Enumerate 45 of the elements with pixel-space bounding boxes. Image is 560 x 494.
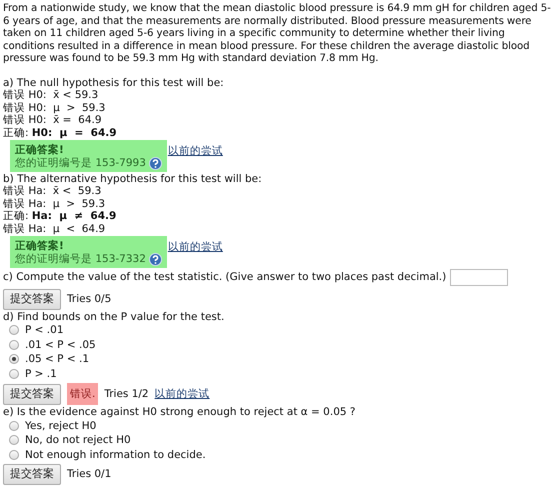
question-prompt: b) The alternative hypothesis for this test will be: [3, 172, 263, 185]
radio-button[interactable] [9, 340, 19, 350]
error-badge: 错误. [67, 383, 98, 405]
radio-button[interactable] [9, 354, 19, 364]
answer-option: 错误 Ha: μ < 64.9 [3, 222, 557, 235]
radio-button[interactable] [9, 450, 19, 460]
tries-counter: Tries 0/1 [67, 468, 112, 481]
answer-option: 错误 Ha: μ > 59.3 [3, 198, 557, 210]
answer-option: 正确: Ha: μ ≠ 64.9 [3, 210, 557, 222]
previous-attempts-link[interactable]: 以前的尝试 [154, 388, 210, 400]
previous-attempts-link[interactable]: 以前的尝试 [168, 145, 223, 157]
answer-option: 错误 H0: x̄ = 64.9 [3, 114, 557, 126]
option-label: Yes, reject H0 [25, 420, 96, 432]
feedback-text: 您的证明编号是 153-7332 [15, 252, 146, 266]
submit-button[interactable]: 提交答案 [3, 464, 61, 485]
radio-button[interactable] [9, 325, 19, 336]
question-prompt: d) Find bounds on the P value for the test. [3, 310, 226, 323]
answer-option: 正确: H0: μ = 64.9 [3, 126, 557, 139]
question-prompt: a) The null hypothesis for this test will be: [3, 76, 225, 89]
option-label: No, do not reject H0 [25, 434, 131, 446]
option-label: .01 < P < .05 [25, 338, 96, 351]
answer-option: 错误 H0: μ > 59.3 [3, 102, 557, 114]
answer-field[interactable] [450, 268, 508, 286]
question-prompt: e) Is the evidence against H0 strong enough to reject at α = 0.05 ? [3, 406, 356, 418]
question-prompt: c) Compute the value of the test statistic. (Give answer to two places past decimal.) [3, 270, 446, 284]
help-icon[interactable] [148, 252, 162, 266]
option-label: Not enough information to decide. [25, 448, 206, 461]
radio-button[interactable] [9, 420, 19, 431]
submit-button[interactable]: 提交答案 [3, 384, 61, 404]
radio-button[interactable] [9, 368, 19, 379]
answer-option: 错误 H0: x̄ < 59.3 [3, 89, 557, 102]
previous-attempts-link[interactable]: 以前的尝试 [168, 241, 223, 253]
feedback-title: 正确答案! [15, 240, 65, 252]
submit-button[interactable]: 提交答案 [3, 288, 61, 310]
option-label: P > .1 [25, 368, 57, 380]
feedback-text: 您的证明编号是 153-7993 [15, 156, 146, 170]
help-icon[interactable] [148, 156, 162, 170]
tries-counter: Tries 0/5 [67, 292, 112, 306]
feedback-title: 正确答案! [15, 144, 65, 156]
option-label: .05 < P < .1 [25, 353, 89, 366]
problem-statement: From a nationwide study, we know that the mean diastolic blood pressure is 64.9 mm gH for children aged 5-6 years of age, and that the measurements are normally distributed. Blood pressure measurements were taken on 11 children aged 5-6 years living in a specific community to determine whether their living conditions resulted in a difference in mean blood pressure. For these children the average diastolic blood pressure was found to be 59.3 mm Hg with standard deviation 7.8 mm Hg. [3, 3, 552, 66]
answer-option: 错误 Ha: x̄ < 59.3 [3, 185, 557, 198]
option-label: P < .01 [25, 324, 64, 336]
tries-counter: Tries 1/2 [104, 388, 149, 400]
radio-button[interactable] [9, 435, 19, 446]
